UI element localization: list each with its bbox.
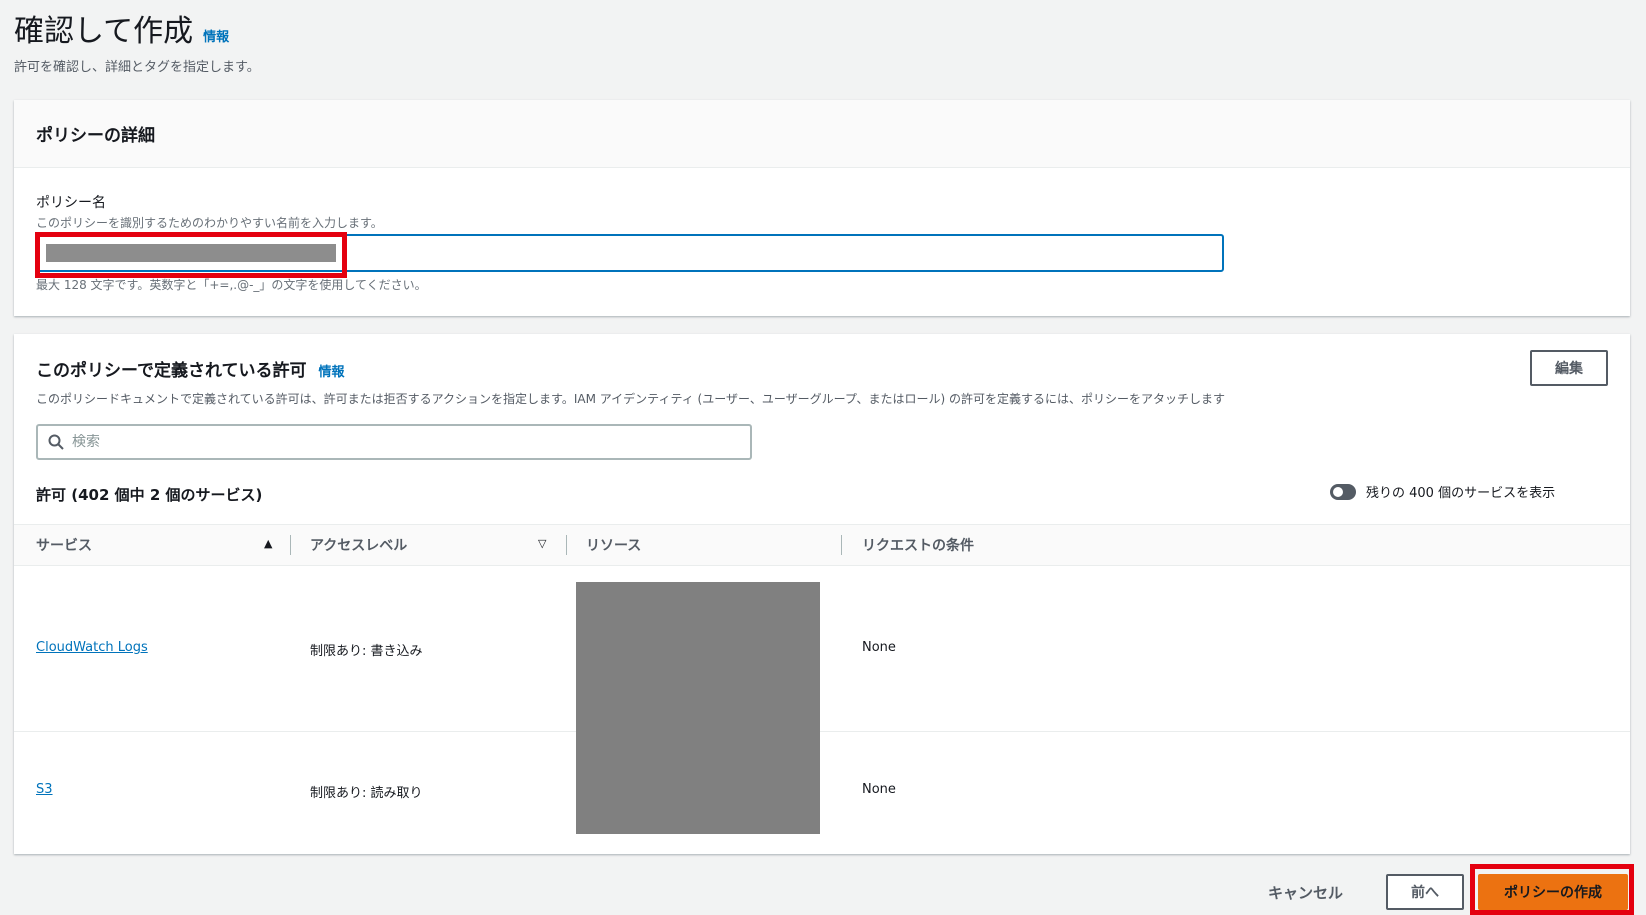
column-header-resource[interactable]: リソース xyxy=(586,525,641,565)
search-input[interactable] xyxy=(72,434,712,450)
permissions-heading: このポリシーで定義されている許可 情報 xyxy=(36,356,345,381)
permissions-panel: このポリシーで定義されている許可 情報 編集 このポリシードキュメントで定義され… xyxy=(14,334,1630,854)
page-subtitle: 許可を確認し、詳細とタグを指定します。 xyxy=(14,60,260,75)
column-header-request-condition[interactable]: リクエストの条件 xyxy=(862,525,974,565)
access-level-cell: 制限あり: 書き込み xyxy=(310,644,423,659)
edit-button[interactable]: 編集 xyxy=(1530,350,1608,386)
permissions-description: このポリシードキュメントで定義されている許可は、許可または拒否するアクションを指… xyxy=(36,392,1226,406)
page-info-link[interactable]: 情報 xyxy=(203,26,229,45)
search-box[interactable] xyxy=(36,424,752,460)
policy-details-panel: ポリシーの詳細 ポリシー名 このポリシーを識別するためのわかりやすい名前を入力し… xyxy=(14,100,1630,316)
column-divider xyxy=(841,535,842,555)
create-button-highlight xyxy=(1470,864,1634,915)
table-row: S3 制限あり: 読み取り None xyxy=(14,732,1630,852)
page-title: 確認して作成 情報 xyxy=(14,6,229,50)
service-link-s3[interactable]: S3 xyxy=(36,782,53,797)
service-link-cloudwatch-logs[interactable]: CloudWatch Logs xyxy=(36,640,148,655)
sort-descending-icon[interactable]: ▽ xyxy=(538,537,546,550)
previous-button[interactable]: 前へ xyxy=(1386,874,1464,910)
cancel-button[interactable]: キャンセル xyxy=(1268,882,1343,903)
permissions-info-link[interactable]: 情報 xyxy=(318,361,344,380)
column-divider xyxy=(566,535,567,555)
access-level-cell: 制限あり: 読み取り xyxy=(310,786,423,801)
permissions-count-heading: 許可 (402 個中 2 個のサービス) xyxy=(36,486,263,504)
permissions-heading-text: このポリシーで定義されている許可 xyxy=(36,361,307,381)
column-header-service[interactable]: サービス xyxy=(36,525,92,565)
policy-name-description: このポリシーを識別するためのわかりやすい名前を入力します。 xyxy=(36,216,383,230)
page-title-text: 確認して作成 xyxy=(14,14,194,49)
column-divider xyxy=(290,535,291,555)
redacted-resources xyxy=(576,582,820,834)
policy-name-label: ポリシー名 xyxy=(36,195,106,211)
column-header-access-level[interactable]: アクセスレベル xyxy=(310,525,407,565)
permissions-table-header: サービス ▲ アクセスレベル ▽ リソース リクエストの条件 xyxy=(14,524,1630,566)
policy-name-highlight xyxy=(35,232,347,278)
table-row: CloudWatch Logs 制限あり: 書き込み None xyxy=(14,566,1630,732)
policy-name-constraint: 最大 128 文字です。英数字と「+=,.@-_」の文字を使用してください。 xyxy=(36,278,427,292)
show-remaining-toggle[interactable] xyxy=(1330,483,1356,500)
show-remaining-services: 残りの 400 個のサービスを表示 xyxy=(1330,482,1555,501)
show-remaining-label: 残りの 400 個のサービスを表示 xyxy=(1366,486,1556,501)
request-condition-cell: None xyxy=(862,782,896,797)
policy-details-heading: ポリシーの詳細 xyxy=(14,100,1630,168)
sort-ascending-icon[interactable]: ▲ xyxy=(264,537,272,550)
request-condition-cell: None xyxy=(862,640,896,655)
search-icon xyxy=(48,434,64,450)
